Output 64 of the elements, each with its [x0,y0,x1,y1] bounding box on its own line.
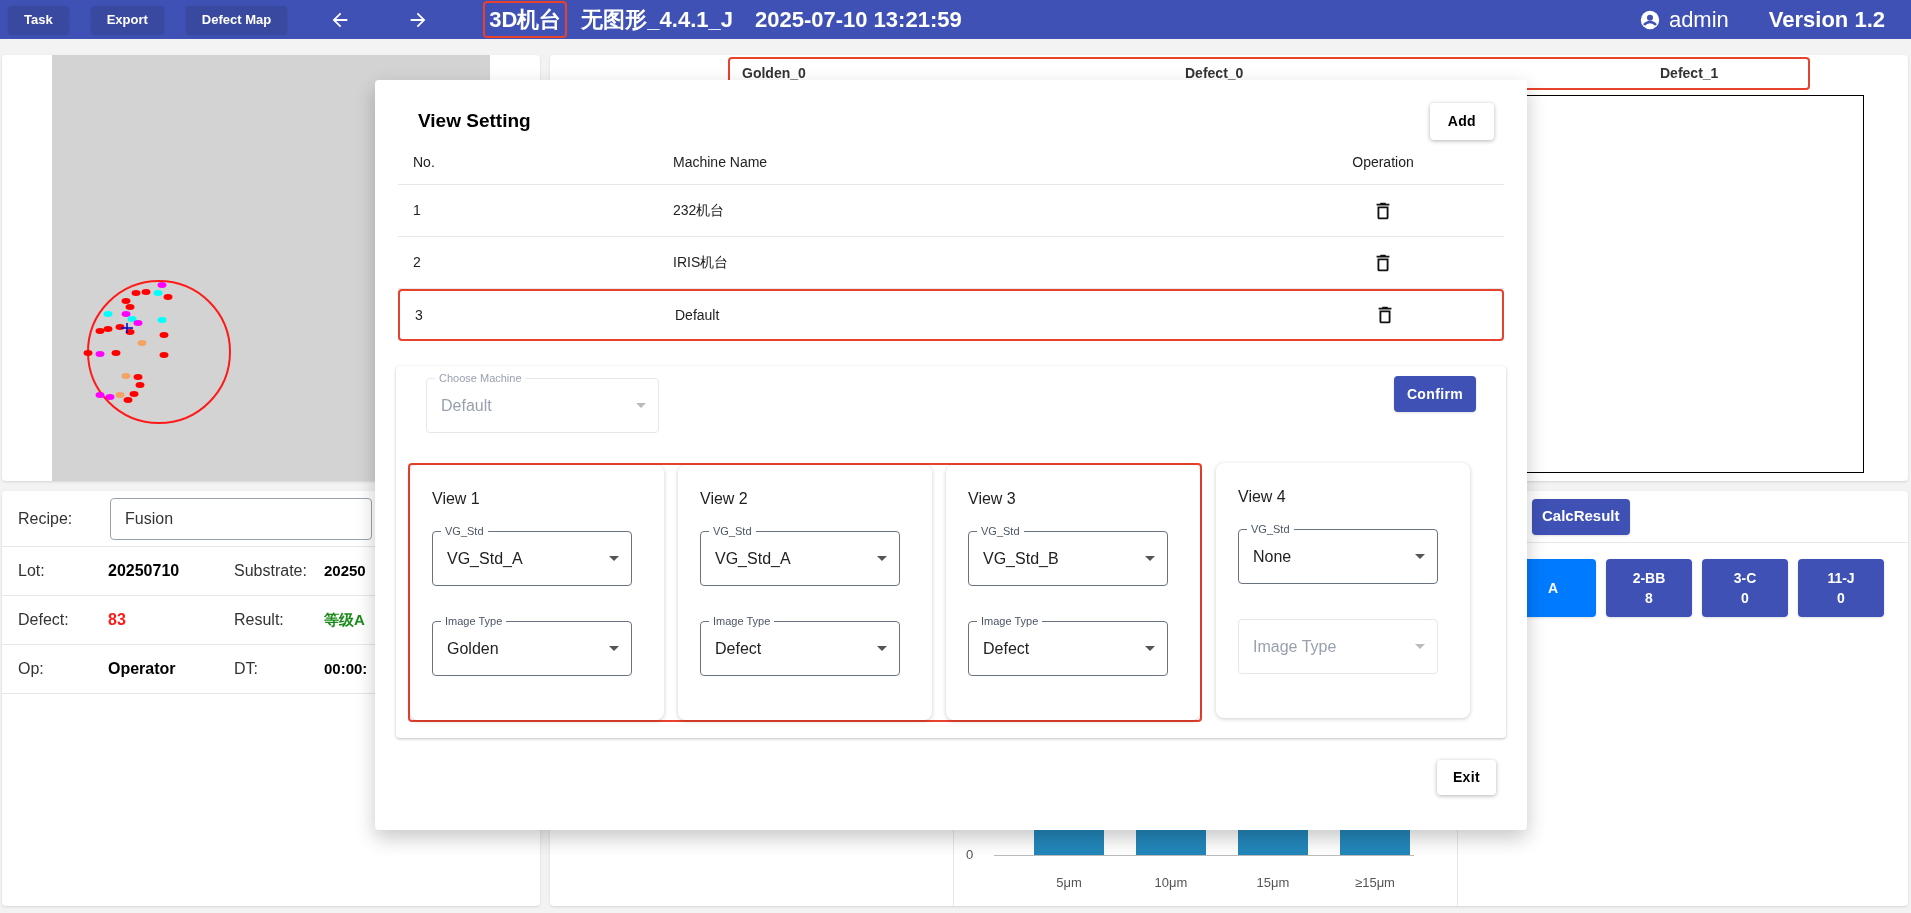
view-label: Golden_0 [742,64,806,83]
table-row[interactable]: 2 IRIS机台 [398,237,1504,289]
date-time: 2025-07-10 13:21:59 [754,6,962,34]
machine-title: 3D机台 [483,1,568,38]
toolbar-button[interactable]: Export [90,5,164,34]
field-value: 20250710 [108,561,181,581]
caret-icon [609,646,619,651]
caret-icon [877,556,887,561]
view-title: View 2 [700,489,749,509]
recipe-field[interactable]: Fusion [110,497,372,540]
toolbar-button[interactable]: Defect Map [185,5,288,34]
caret-icon [1145,556,1155,561]
table-cell: Default [675,306,720,323]
column-header: No. [413,153,435,170]
field-value: 83 [108,610,127,630]
table-cell: 3 [415,306,423,323]
field-value: 20250 [324,560,366,581]
axis-label: 15μm [1255,874,1291,892]
caret-icon [609,556,619,561]
table-cell: 1 [413,202,421,218]
calc-result-button[interactable]: CalcResult [1532,498,1630,535]
bin-button[interactable]: 3-C 0 [1702,559,1788,617]
column-header: Operation [1352,153,1414,170]
confirm-button[interactable]: Confirm [1393,376,1476,412]
axis-label: 10μm [1153,874,1189,892]
bin-button[interactable]: 11-J 0 [1798,559,1884,617]
table-row[interactable]: 1 232机台 [398,185,1504,237]
axis-label: ≥15μm [1354,874,1396,892]
caret-icon [636,403,646,408]
table-row[interactable]: 3 Default [398,289,1504,341]
caret-icon [1415,554,1425,559]
table-cell: 2 [413,254,421,270]
caret-icon [1415,644,1425,649]
view-label: Defect_0 [1185,64,1244,83]
version-label: Version 1.2 [1768,6,1885,34]
caret-icon [1145,646,1155,651]
field-label: Recipe: [18,508,74,529]
column-header: Machine Name [673,153,768,170]
axis-tick: 0 [966,846,974,864]
field-value: Operator [108,659,177,679]
field-label: DT: [234,659,259,679]
toolbar-button[interactable]: Task [8,5,69,34]
field-label: Lot: [18,561,46,581]
exit-button[interactable]: Exit [1436,760,1496,795]
table-cell: IRIS机台 [673,254,729,270]
view-title: View 4 [1238,487,1287,507]
field-label: Substrate: [234,561,308,581]
field-label: Op: [18,659,45,679]
add-button[interactable]: Add [1429,103,1494,140]
bin-button[interactable]: 2-BB 8 [1606,559,1692,617]
axis-label: 5μm [1055,874,1083,892]
dialog-title: View Setting [418,109,531,134]
recipe-title: 无图形_4.4.1_J [581,6,733,34]
table-cell: 232机台 [673,202,725,218]
field-label: Defect: [18,610,70,630]
field-value: 等级A [324,609,365,630]
view-title: View 1 [432,489,481,509]
user-name: admin [1668,6,1729,34]
view-title: View 3 [968,489,1017,509]
caret-icon [877,646,887,651]
view-label: Defect_1 [1660,64,1719,83]
user-icon [1638,8,1661,31]
field-label: Result: [234,610,285,630]
field-value: 00:00: [324,658,368,679]
